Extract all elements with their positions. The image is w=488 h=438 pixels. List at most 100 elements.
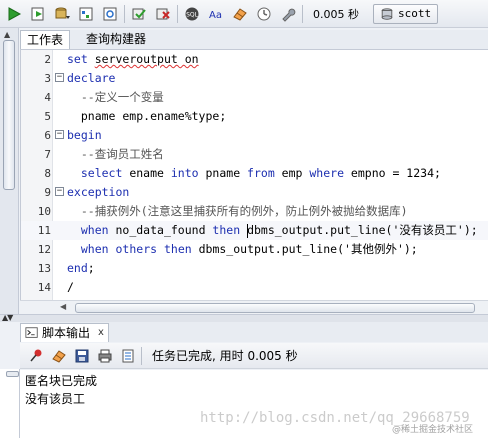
output-left-strip xyxy=(0,369,20,438)
task-status: 任务已完成, 用时 0.005 秒 xyxy=(152,349,298,363)
pin-button[interactable] xyxy=(26,346,46,366)
commit-dropdown-button[interactable] xyxy=(52,4,72,24)
fold-toggle-icon[interactable]: − xyxy=(55,130,64,139)
scroll-up-icon[interactable]: ▲ xyxy=(4,30,10,39)
script-output-icon xyxy=(25,326,38,338)
toolbar-separator xyxy=(141,346,142,365)
close-icon[interactable]: x xyxy=(98,327,104,338)
text-case-icon: Aa xyxy=(209,10,222,21)
watermark-corner: @稀土掘金技术社区 xyxy=(392,425,474,435)
wrench-icon xyxy=(282,8,296,22)
elapsed-time: 0.005 秒 xyxy=(313,7,359,21)
output-scroll-nub[interactable] xyxy=(6,371,19,377)
splitter-arrows-icon[interactable]: ▲▼ xyxy=(2,313,13,322)
fold-toggle-icon[interactable]: − xyxy=(55,73,64,82)
sql-history-button[interactable] xyxy=(254,4,274,24)
explain-plan-icon xyxy=(79,7,93,20)
left-panel-strip: ▲ xyxy=(0,28,19,316)
eraser-icon xyxy=(52,349,66,363)
left-scroll-thumb[interactable] xyxy=(3,40,15,190)
code-line[interactable]: 8 select ename into pname from emp where… xyxy=(21,164,488,183)
code-line[interactable]: 7 --查询员工姓名 xyxy=(21,145,488,164)
tab-query-builder[interactable]: 查询构建器 xyxy=(80,30,152,49)
pin-icon xyxy=(30,349,42,361)
code-line[interactable]: 13 end; xyxy=(21,259,488,278)
line-number: 10 xyxy=(37,205,51,218)
run-statement-button[interactable] xyxy=(4,4,24,24)
svg-text:SQL: SQL xyxy=(186,11,199,18)
code-line[interactable]: 14 / xyxy=(21,278,488,297)
commit-icon xyxy=(132,8,146,19)
connection-icon xyxy=(381,7,393,20)
editor-horizontal-scrollbar[interactable]: ◀ xyxy=(20,300,488,314)
line-number: 4 xyxy=(44,91,51,104)
autotrace-button[interactable] xyxy=(100,4,120,24)
tab-worksheet[interactable]: 工作表 xyxy=(20,30,71,49)
output-toolbar: 任务已完成, 用时 0.005 秒 xyxy=(20,343,488,369)
line-number: 13 xyxy=(37,262,51,275)
sql-icon: SQL xyxy=(185,7,199,20)
code-text: / xyxy=(67,280,74,294)
code-line[interactable]: 12 when others then dbms_output.put_line… xyxy=(21,240,488,259)
rollback-button[interactable] xyxy=(153,4,173,24)
code-line[interactable]: 10 --捕获例外(注意这里捕获所有的例外，防止例外被抛给数据库) xyxy=(21,202,488,221)
code-line[interactable]: 11 when no_data_found then dbms_output.p… xyxy=(21,221,488,240)
commit-button[interactable] xyxy=(129,4,149,24)
text-case-button[interactable]: Aa xyxy=(206,4,226,24)
save-output-button[interactable] xyxy=(72,346,92,366)
code-text: pname emp.ename%type; xyxy=(67,109,227,123)
script-output-body[interactable]: 匿名块已完成 没有该员工 http://blog.csdn.net/qq_296… xyxy=(20,370,488,438)
output-line: 匿名块已完成 xyxy=(25,374,98,388)
svg-text:Aa: Aa xyxy=(209,10,222,21)
panel-splitter[interactable]: ▲▼ xyxy=(0,313,488,322)
output-tabbar: 脚本输出 x xyxy=(20,322,488,342)
code-line[interactable]: 6− begin xyxy=(21,126,488,145)
line-number: 12 xyxy=(37,243,51,256)
print-icon xyxy=(98,349,112,362)
tune-button[interactable] xyxy=(278,4,298,24)
code-line[interactable]: 5 pname emp.ename%type; xyxy=(21,107,488,126)
code-line[interactable]: 2 set serveroutput on xyxy=(21,50,488,69)
code-text: declare xyxy=(67,71,116,85)
line-number: 14 xyxy=(37,281,51,294)
line-number: 2 xyxy=(44,53,51,66)
code-line[interactable]: 3− declare xyxy=(21,69,488,88)
line-number: 8 xyxy=(44,167,51,180)
code-line[interactable]: 9− exception xyxy=(21,183,488,202)
code-text: exception xyxy=(67,185,130,199)
clear-button[interactable] xyxy=(230,4,250,24)
horizontal-scroll-thumb[interactable] xyxy=(75,303,475,313)
code-line[interactable]: 4 --定义一个变量 xyxy=(21,88,488,107)
line-number: 3 xyxy=(44,72,51,85)
sql-format-button[interactable]: SQL xyxy=(182,4,202,24)
line-number: 5 xyxy=(44,110,51,123)
open-output-button[interactable] xyxy=(118,346,138,366)
database-dropdown-icon xyxy=(55,7,70,19)
autotrace-icon xyxy=(103,7,117,20)
text-caret xyxy=(247,223,249,238)
tab-script-output[interactable]: 脚本输出 x xyxy=(20,322,109,342)
sql-developer-window: SQL Aa 0.005 秒 scott ▲ 工作表 查询构建器 2 set se xyxy=(0,0,488,438)
line-number: 6 xyxy=(44,129,51,142)
clear-output-button[interactable] xyxy=(49,346,69,366)
toolbar-separator xyxy=(302,4,303,23)
code-text: --捕获例外(注意这里捕获所有的例外，防止例外被抛给数据库) xyxy=(67,204,408,218)
explain-plan-button[interactable] xyxy=(76,4,96,24)
connection-selector[interactable]: scott xyxy=(373,3,439,24)
run-script-button[interactable] xyxy=(28,4,48,24)
code-text: end; xyxy=(67,261,95,275)
fold-toggle-icon[interactable]: − xyxy=(55,187,64,196)
output-line: 没有该员工 xyxy=(25,392,86,406)
save-icon xyxy=(75,349,89,362)
scroll-left-icon[interactable]: ◀ xyxy=(60,302,66,311)
connection-name: scott xyxy=(398,7,432,20)
play-icon xyxy=(8,6,22,21)
code-text: when others then dbms_output.put_line('其… xyxy=(80,242,418,256)
toolbar-separator xyxy=(124,4,125,23)
sql-editor[interactable]: 2 set serveroutput on 3− declare 4 --定义一个变量 5… xyxy=(20,50,488,300)
print-output-button[interactable] xyxy=(95,346,115,366)
document-icon xyxy=(122,349,134,362)
code-text: --查询员工姓名 xyxy=(67,147,164,161)
toolbar-separator xyxy=(177,4,178,23)
line-number: 9 xyxy=(44,186,51,199)
